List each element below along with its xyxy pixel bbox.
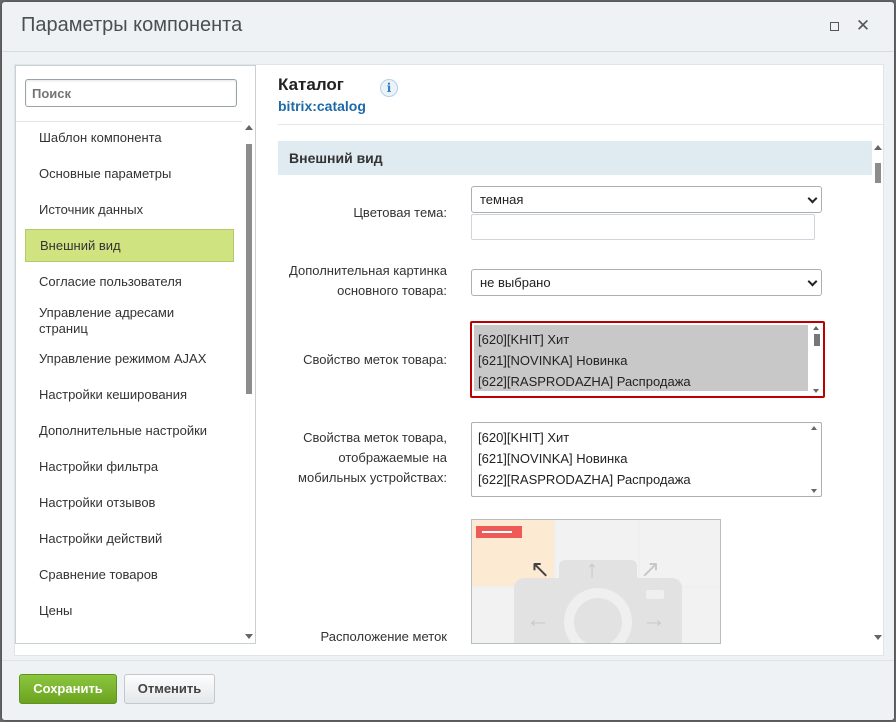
scroll-down-icon[interactable] — [813, 389, 819, 393]
chevron-down-icon — [807, 193, 818, 204]
sidebar-item-reviews[interactable]: Настройки отзывов — [25, 495, 234, 511]
mobile-label-props-option[interactable]: [621][NOVINKA] Новинка — [478, 448, 627, 469]
dialog-footer: Сохранить Отменить — [2, 660, 894, 720]
label-props-multiselect[interactable]: [620][KHIT] Хит [621][NOVINKA] Новинка [… — [470, 321, 825, 398]
arrow-left-icon: ← — [526, 606, 550, 633]
main-scrollbar[interactable] — [872, 141, 884, 644]
scroll-down-icon[interactable] — [874, 635, 882, 640]
extra-picture-value: не выбрано — [480, 275, 551, 290]
mobile-label-props-multiselect[interactable]: [620][KHIT] Хит [621][NOVINKA] Новинка [… — [471, 422, 822, 497]
sidebar-item-compare[interactable]: Сравнение товаров — [25, 567, 234, 583]
info-icon[interactable]: i — [380, 79, 398, 97]
label-props-option[interactable]: [620][KHIT] Хит — [478, 329, 569, 350]
sidebar-item-actions[interactable]: Настройки действий — [25, 531, 234, 547]
square-icon — [829, 22, 839, 31]
section-header-appearance: Внешний вид — [278, 141, 872, 175]
component-code: bitrix:catalog — [278, 98, 366, 114]
sidebar-list: Шаблон компонента Основные параметры Ист… — [16, 121, 242, 643]
save-button[interactable]: Сохранить — [19, 674, 117, 704]
arrow-up-icon: ↑ — [586, 556, 598, 583]
arrow-up-left-icon: ↖ — [530, 556, 551, 583]
listbox-scrollbar[interactable] — [812, 324, 822, 395]
sidebar-item-data-source[interactable]: Источник данных — [25, 202, 234, 218]
extra-picture-select[interactable]: не выбрано — [471, 269, 822, 296]
color-theme-label: Цветовая тема: — [353, 205, 447, 220]
sidebar-item-filter[interactable]: Настройки фильтра — [25, 459, 234, 475]
arrow-up-right-icon: ↗ — [640, 556, 661, 583]
sidebar-scrollbar[interactable] — [243, 121, 255, 643]
sidebar-item-url-management[interactable]: Управление адресами страниц — [25, 305, 205, 337]
mobile-label-props-line1: Свойства меток товара, — [303, 430, 447, 445]
label-props-option[interactable]: [621][NOVINKA] Новинка — [478, 350, 627, 371]
dialog-title: Параметры компонента — [21, 14, 243, 36]
scrollbar-thumb[interactable] — [875, 163, 881, 183]
sidebar-item-appearance[interactable]: Внешний вид — [25, 229, 234, 262]
color-theme-custom-input[interactable] — [471, 214, 815, 240]
scroll-down-icon[interactable] — [811, 489, 817, 493]
sidebar-item-template[interactable]: Шаблон компонента — [25, 130, 234, 146]
component-params-dialog: Параметры компонента ✕ Шаблон компонента… — [2, 2, 894, 720]
listbox-scrollbar[interactable] — [810, 424, 820, 495]
chevron-down-icon — [807, 276, 818, 287]
sidebar: Шаблон компонента Основные параметры Ист… — [15, 65, 256, 644]
label-position-picker[interactable]: ↖ ↑ ↗ ← → — [471, 519, 721, 644]
extra-picture-label-line1: Дополнительная картинка — [289, 263, 447, 278]
mobile-label-props-line2: отображаемые на — [338, 450, 447, 465]
label-ribbon-icon — [476, 526, 522, 538]
label-props-option[interactable]: [622][RASPRODAZHA] Распродажа — [478, 371, 691, 392]
dialog-content: Шаблон компонента Основные параметры Ист… — [14, 64, 884, 656]
sidebar-item-main-params[interactable]: Основные параметры — [25, 166, 234, 182]
color-theme-value: темная — [480, 192, 524, 207]
label-props-label: Свойство меток товара: — [303, 352, 447, 367]
label-position-label: Расположение меток — [320, 629, 447, 644]
close-button[interactable]: ✕ — [853, 16, 873, 36]
maximize-button[interactable] — [824, 16, 844, 36]
scroll-up-icon[interactable] — [813, 326, 819, 330]
color-theme-select[interactable]: темная — [471, 186, 822, 213]
extra-picture-label-line2: основного товара: — [337, 283, 447, 298]
scroll-down-icon[interactable] — [245, 634, 253, 639]
mobile-label-props-option[interactable]: [622][RASPRODAZHA] Распродажа — [478, 469, 691, 490]
sidebar-item-user-consent[interactable]: Согласие пользователя — [25, 274, 234, 290]
component-title: Каталог — [278, 75, 344, 94]
divider — [278, 124, 883, 125]
search-input[interactable] — [25, 79, 237, 107]
scroll-up-icon[interactable] — [245, 125, 253, 130]
sidebar-item-prices[interactable]: Цены — [25, 603, 234, 619]
sidebar-item-caching[interactable]: Настройки кеширования — [25, 387, 234, 403]
cancel-button[interactable]: Отменить — [124, 674, 215, 704]
mobile-label-props-line3: мобильных устройствах: — [298, 470, 447, 485]
scrollbar-thumb[interactable] — [246, 144, 252, 394]
scroll-up-icon[interactable] — [874, 145, 882, 150]
extra-picture-label: Дополнительная картинка основного товара… — [275, 261, 447, 301]
sidebar-item-ajax-mode[interactable]: Управление режимом AJAX — [25, 351, 234, 367]
mobile-label-props-option[interactable]: [620][KHIT] Хит — [478, 427, 569, 448]
scrollbar-thumb[interactable] — [814, 334, 820, 346]
dialog-titlebar: Параметры компонента ✕ — [2, 2, 894, 52]
arrow-right-icon: → — [642, 606, 666, 633]
sidebar-item-additional[interactable]: Дополнительные настройки — [25, 423, 234, 439]
scroll-up-icon[interactable] — [811, 426, 817, 430]
mobile-label-props-label: Свойства меток товара, отображаемые на м… — [275, 428, 447, 488]
main-panel: Каталог i bitrix:catalog Внешний вид Цве… — [275, 65, 885, 644]
